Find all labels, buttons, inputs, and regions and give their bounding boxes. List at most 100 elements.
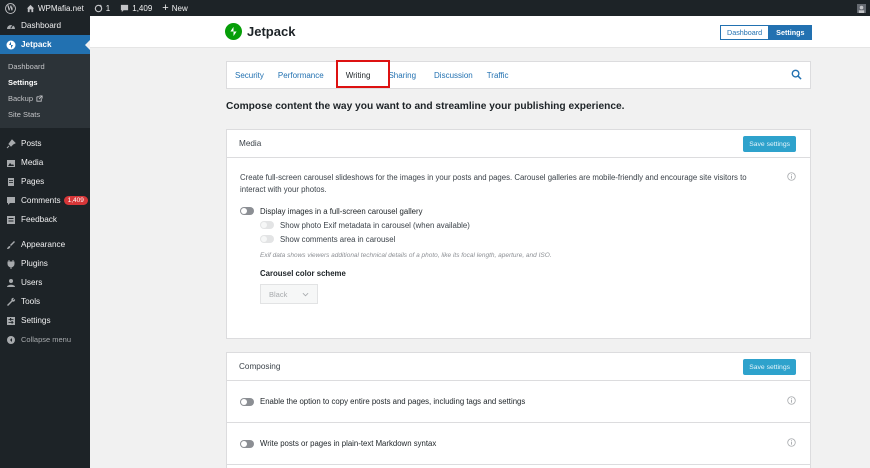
menu-media[interactable]: Media — [0, 153, 90, 172]
plus-icon: + — [162, 2, 169, 14]
tab-traffic[interactable]: Traffic — [480, 62, 516, 88]
menu-feedback[interactable]: Feedback — [0, 210, 90, 229]
menu-pages[interactable]: Pages — [0, 172, 90, 191]
media-card-header: Media Save settings — [227, 130, 810, 158]
markdown-toggle[interactable] — [240, 439, 254, 448]
copy-post-setting-row[interactable]: Enable the option to copy entire posts a… — [227, 381, 810, 423]
new-content-link[interactable]: + New — [157, 0, 192, 16]
menu-appearance-label: Appearance — [21, 240, 66, 249]
tab-security[interactable]: Security — [228, 62, 271, 88]
menu-plugins[interactable]: Plugins — [0, 254, 90, 273]
svg-text:W: W — [6, 5, 14, 12]
search-icon[interactable] — [791, 69, 802, 82]
composing-save-button[interactable]: Save settings — [743, 359, 796, 375]
carousel-toggle[interactable] — [240, 207, 254, 215]
admin-sidebar: Dashboard Jetpack Dashboard Settings Bac… — [0, 16, 90, 468]
menu-tools-label: Tools — [21, 297, 41, 306]
media-card: Media Save settings Create full-screen c… — [226, 129, 811, 339]
markdown-label: Write posts or pages in plain-text Markd… — [260, 439, 437, 448]
jetpack-bolt-icon — [225, 23, 242, 40]
tab-performance[interactable]: Performance — [271, 62, 331, 88]
color-scheme-value: Black — [269, 289, 288, 299]
menu-appearance[interactable]: Appearance — [0, 235, 90, 254]
jetpack-icon — [6, 40, 16, 50]
pages-icon — [6, 177, 16, 187]
updates-count: 1 — [105, 3, 111, 13]
menu-settings[interactable]: Settings — [0, 311, 90, 330]
markdown-setting-row[interactable]: Write posts or pages in plain-text Markd… — [227, 423, 810, 465]
menu-dashboard[interactable]: Dashboard — [0, 16, 90, 35]
submenu-dashboard[interactable]: Dashboard — [0, 58, 90, 74]
users-icon — [6, 278, 16, 288]
writing-intro-text: Compose content the way you want to and … — [226, 101, 625, 112]
composing-card-title: Composing — [239, 362, 281, 371]
submenu-site-stats[interactable]: Site Stats — [0, 106, 90, 122]
jetpack-logo[interactable]: Jetpack — [225, 23, 295, 40]
collapse-menu-button[interactable]: Collapse menu — [0, 330, 90, 349]
settings-sliders-icon — [6, 316, 16, 326]
composing-card-header: Composing Save settings — [227, 353, 810, 381]
feedback-icon — [6, 215, 16, 225]
updates-link[interactable]: 1 — [89, 0, 115, 16]
comments-toggle-row[interactable]: Show comments area in carousel — [260, 232, 797, 246]
tab-writing[interactable]: Writing — [339, 62, 378, 88]
info-icon[interactable] — [787, 396, 796, 407]
account-menu[interactable] — [852, 0, 870, 16]
color-scheme-select[interactable]: Black — [260, 284, 318, 304]
menu-posts[interactable]: Posts — [0, 134, 90, 153]
composing-card: Composing Save settings Enable the optio… — [226, 352, 811, 468]
comments-link[interactable]: 1,409 — [115, 0, 157, 16]
comment-bubble-icon — [121, 4, 129, 12]
menu-jetpack-label: Jetpack — [21, 40, 52, 49]
media-card-title: Media — [239, 139, 262, 148]
info-icon[interactable] — [787, 172, 796, 183]
carousel-comments-label: Show comments area in carousel — [280, 234, 396, 244]
pushpin-icon — [6, 138, 16, 149]
jetpack-header: Jetpack Dashboard Settings — [90, 16, 870, 48]
exif-toggle-label: Show photo Exif metadata in carousel (wh… — [280, 220, 470, 230]
user-avatar-icon — [857, 3, 866, 13]
submenu-backup[interactable]: Backup — [0, 90, 90, 106]
collapse-menu-label: Collapse menu — [21, 335, 72, 344]
wordpress-logo-icon[interactable]: W — [0, 0, 21, 16]
menu-posts-label: Posts — [21, 139, 42, 148]
plugin-icon — [6, 259, 16, 269]
carousel-toggle-row[interactable]: Display images in a full-screen carousel… — [240, 204, 797, 218]
new-label: New — [171, 3, 188, 13]
comments-icon — [6, 196, 16, 206]
wrench-icon — [6, 297, 16, 307]
settings-nav-tabs: Security Performance Writing Sharing Dis… — [226, 61, 811, 89]
info-icon[interactable] — [787, 438, 796, 449]
menu-settings-label: Settings — [21, 316, 51, 325]
media-save-button[interactable]: Save settings — [743, 136, 796, 152]
comments-badge: 1,409 — [63, 196, 88, 205]
site-name: WPMafia.net — [38, 3, 84, 13]
menu-comments[interactable]: Comments 1,409 — [0, 191, 90, 210]
menu-users[interactable]: Users — [0, 273, 90, 292]
submenu-backup-label: Backup — [8, 93, 34, 103]
carousel-comments-toggle[interactable] — [260, 235, 274, 243]
menu-dashboard-label: Dashboard — [21, 21, 62, 30]
header-settings-button[interactable]: Settings — [769, 25, 812, 40]
jetpack-submenu: Dashboard Settings Backup Site Stats — [0, 54, 90, 128]
carousel-description: Create full-screen carousel slideshows f… — [240, 173, 747, 194]
copy-post-toggle[interactable] — [240, 397, 254, 406]
paintbrush-icon — [6, 240, 16, 250]
exif-toggle[interactable] — [260, 221, 274, 229]
menu-media-label: Media — [21, 158, 44, 167]
collapse-arrow-icon — [6, 335, 16, 345]
chevron-down-icon — [302, 292, 309, 296]
menu-tools[interactable]: Tools — [0, 292, 90, 311]
header-dashboard-button[interactable]: Dashboard — [720, 25, 770, 40]
tab-sharing[interactable]: Sharing — [381, 62, 423, 88]
home-icon — [26, 4, 35, 12]
menu-jetpack[interactable]: Jetpack — [0, 35, 90, 54]
tab-discussion[interactable]: Discussion — [427, 62, 480, 88]
submenu-settings[interactable]: Settings — [0, 74, 90, 90]
menu-feedback-label: Feedback — [21, 215, 57, 224]
menu-pages-label: Pages — [21, 177, 45, 186]
exif-toggle-row[interactable]: Show photo Exif metadata in carousel (wh… — [260, 218, 797, 232]
copy-post-label: Enable the option to copy entire posts a… — [260, 397, 526, 406]
media-icon — [6, 158, 16, 168]
site-name-link[interactable]: WPMafia.net — [21, 0, 89, 16]
